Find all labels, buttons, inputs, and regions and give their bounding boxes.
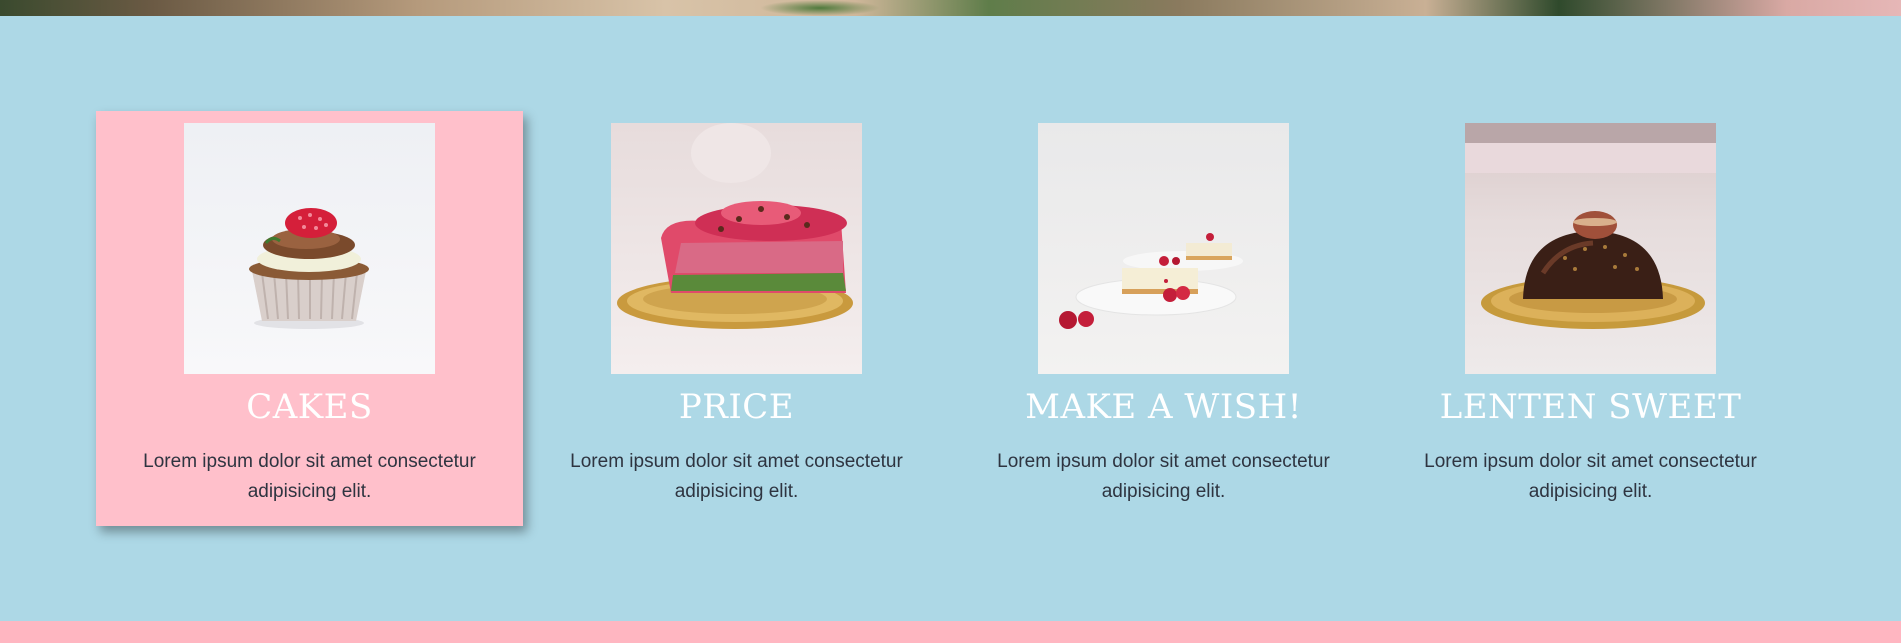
feature-card-cakes[interactable]: CAKES Lorem ipsum dolor sit amet consect… (96, 111, 523, 526)
card-title: CAKES (246, 387, 373, 427)
cheesecake-slice-photo (1038, 123, 1289, 374)
card-text: Lorem ipsum dolor sit amet consectetur a… (997, 451, 1330, 502)
features-section: CAKES Lorem ipsum dolor sit amet consect… (0, 16, 1901, 621)
card-title: PRICE (678, 387, 795, 427)
card-text: Lorem ipsum dolor sit amet consectetur a… (143, 451, 476, 502)
card-title: MAKE A WISH! (1025, 387, 1302, 427)
feature-card-price[interactable]: PRICE Lorem ipsum dolor sit amet consect… (523, 111, 950, 526)
cupcake-photo (184, 123, 435, 374)
card-text: Lorem ipsum dolor sit amet consectetur a… (1424, 451, 1757, 502)
raspberry-mousse-cake-photo (611, 123, 862, 374)
card-text: Lorem ipsum dolor sit amet consectetur a… (570, 451, 903, 502)
hero-image-strip (0, 0, 1901, 16)
feature-card-make-a-wish[interactable]: MAKE A WISH! Lorem ipsum dolor sit amet … (950, 111, 1377, 526)
footer-strip (0, 621, 1901, 643)
chocolate-dome-cake-photo (1465, 123, 1716, 374)
feature-card-lenten-sweet[interactable]: LENTEN SWEET Lorem ipsum dolor sit amet … (1377, 111, 1804, 526)
card-title: LENTEN SWEET (1439, 387, 1742, 427)
